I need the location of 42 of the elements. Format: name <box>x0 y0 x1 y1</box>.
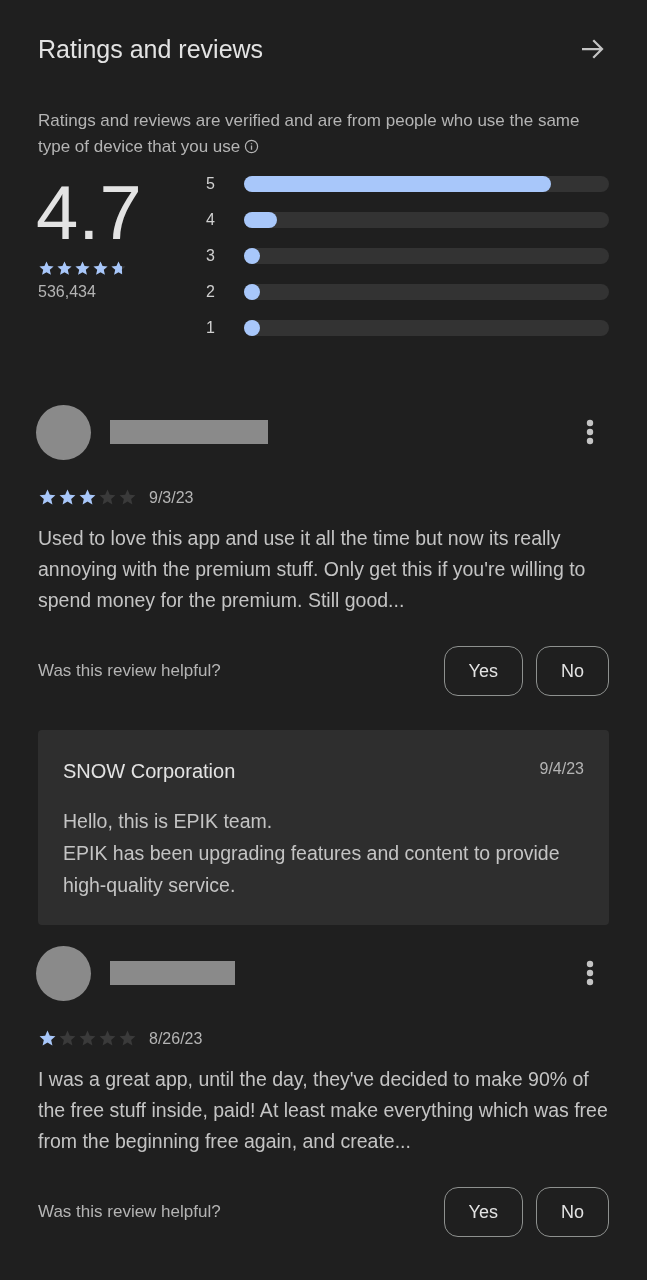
helpful-prompt: Was this review helpful? <box>38 1202 221 1222</box>
star-level-label: 4 <box>206 211 216 229</box>
star-icon <box>38 260 55 277</box>
yes-button[interactable]: Yes <box>443 1187 523 1237</box>
star-icon <box>118 488 137 507</box>
no-button[interactable]: No <box>536 1187 609 1237</box>
no-button[interactable]: No <box>536 646 609 696</box>
star-icon <box>38 1029 57 1048</box>
more-options-icon[interactable] <box>586 419 594 445</box>
review-date: 8/26/23 <box>149 1029 203 1048</box>
star-icon <box>56 260 73 277</box>
average-rating: 4.7 <box>36 174 143 252</box>
reply-date: 9/4/23 <box>539 760 584 779</box>
section-title: Ratings and reviews <box>38 34 264 64</box>
developer-name: SNOW Corporation <box>63 760 236 783</box>
avatar <box>36 404 91 460</box>
star-level-label: 3 <box>206 247 216 265</box>
rating-count: 536,434 <box>38 283 97 301</box>
star-icon <box>74 260 91 277</box>
star-icon <box>78 1029 97 1048</box>
star-icon <box>98 1029 117 1048</box>
reply-text: Hello, this is EPIK team. EPIK has been upgrading features and content to provide high-quality service. <box>63 809 561 898</box>
review-text: Used to love this app and use it all the time but now its really annoying with the premium stuff. Only get this if you're willing to spend money for the premium. Still good... <box>38 526 587 613</box>
star-icon <box>98 488 117 507</box>
star-icon <box>78 488 97 507</box>
review-text: I was a great app, until the day, they've decided to make 90% of the free stuff inside, paid! At least make everything which was free from the beginning free again, and create... <box>38 1067 609 1154</box>
star-level-label: 5 <box>206 175 216 193</box>
star-icon <box>58 488 77 507</box>
star-icon <box>110 260 127 277</box>
verification-notice: Ratings and reviews are verified and are from people who use the same type of device that you use <box>38 110 581 158</box>
star-level-label: 1 <box>206 319 216 337</box>
yes-button[interactable]: Yes <box>443 646 523 696</box>
helpful-prompt: Was this review helpful? <box>38 661 221 681</box>
star-icon <box>58 1029 77 1048</box>
star-icon <box>118 1029 137 1048</box>
star-level-label: 2 <box>206 283 216 301</box>
more-options-icon[interactable] <box>586 960 594 986</box>
info-icon[interactable] <box>244 139 260 154</box>
avatar <box>36 945 91 1001</box>
star-icon <box>92 260 109 277</box>
star-icon <box>38 488 57 507</box>
review-date: 9/3/23 <box>149 488 194 507</box>
